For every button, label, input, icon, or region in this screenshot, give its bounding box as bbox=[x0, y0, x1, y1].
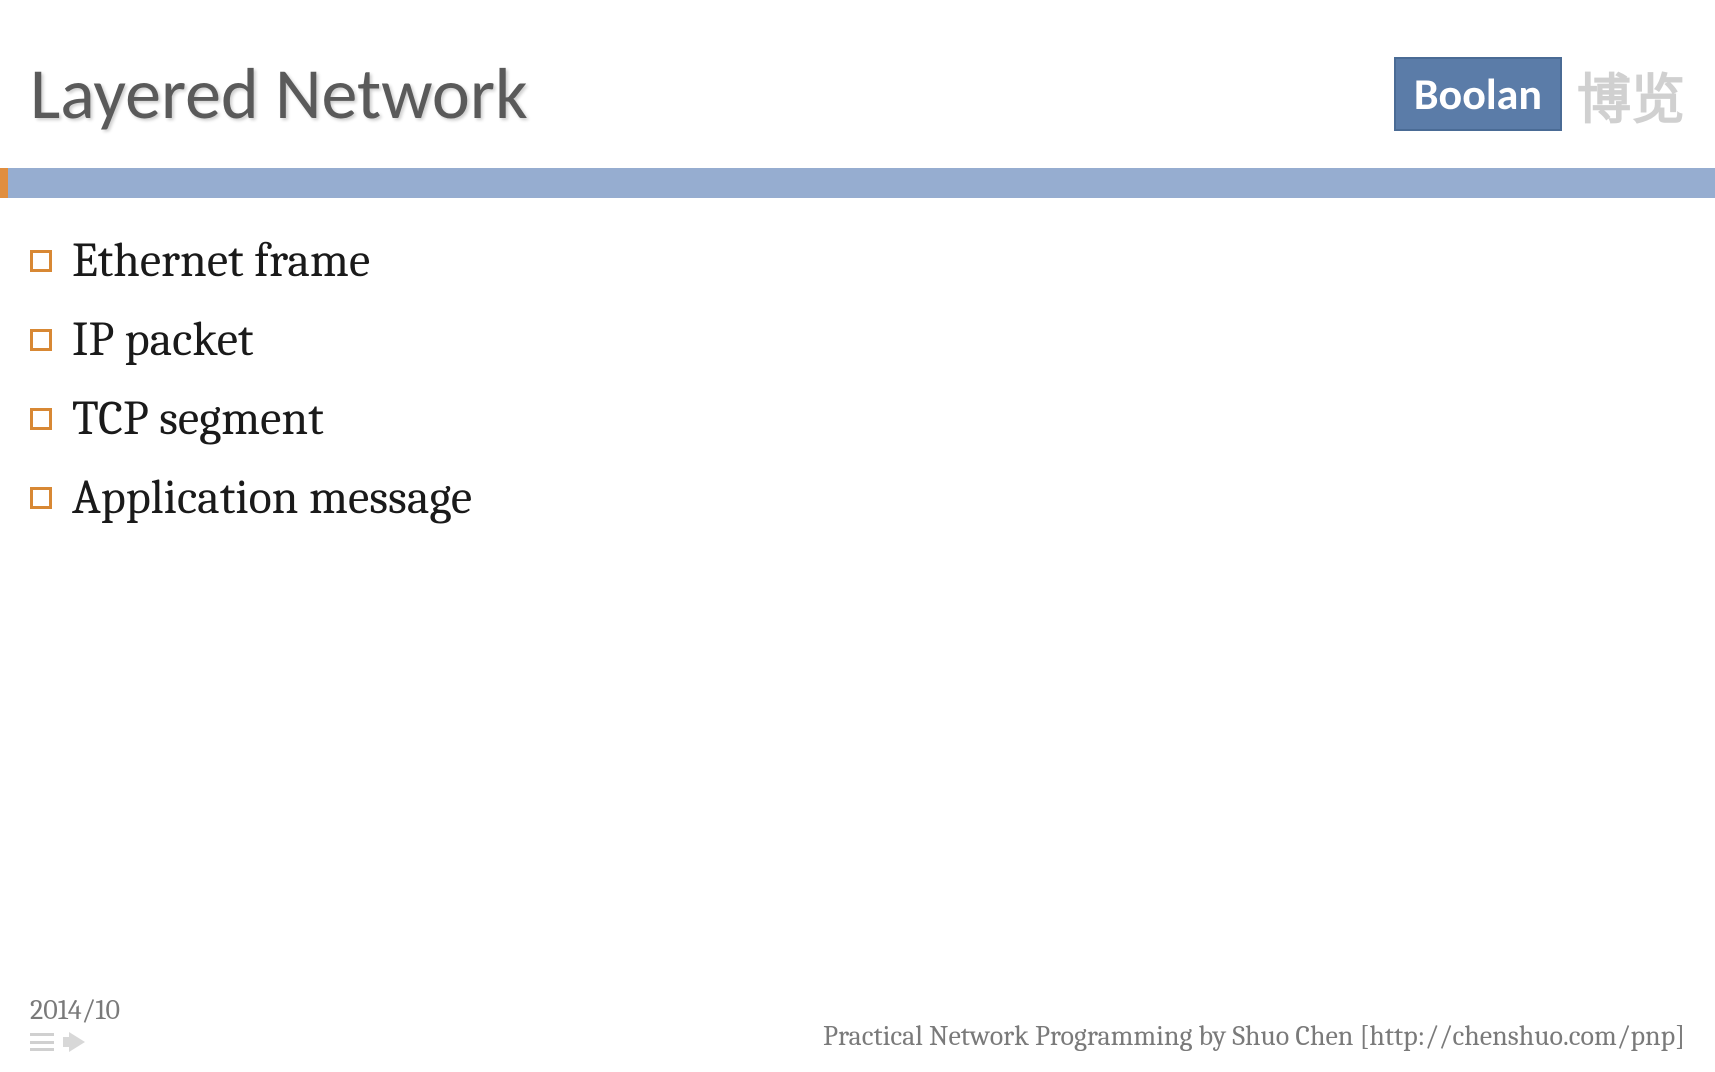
menu-icon[interactable] bbox=[30, 1033, 54, 1051]
boolan-logo: Boolan bbox=[1394, 57, 1562, 131]
bullet-text: Ethernet frame bbox=[72, 233, 370, 288]
bullet-text: Application message bbox=[72, 470, 472, 525]
list-item: Application message bbox=[30, 470, 1685, 525]
bullet-list: Ethernet frame IP packet TCP segment App… bbox=[30, 233, 1685, 525]
square-bullet-icon bbox=[30, 487, 52, 509]
square-bullet-icon bbox=[30, 250, 52, 272]
accent-bar-orange bbox=[0, 168, 8, 198]
slide-controls bbox=[30, 1032, 120, 1052]
footer-attribution: Practical Network Programming by Shuo Ch… bbox=[823, 1020, 1685, 1052]
logo-area: Boolan 博览 bbox=[1394, 55, 1685, 134]
square-bullet-icon bbox=[30, 408, 52, 430]
slide-header: Layered Network Boolan 博览 bbox=[0, 0, 1715, 158]
footer-date: 2014/10 bbox=[30, 994, 120, 1026]
accent-bar bbox=[0, 168, 1715, 198]
next-arrow-icon[interactable] bbox=[69, 1032, 85, 1052]
list-item: Ethernet frame bbox=[30, 233, 1685, 288]
footer-left: 2014/10 bbox=[30, 994, 120, 1052]
list-item: TCP segment bbox=[30, 391, 1685, 446]
bullet-text: IP packet bbox=[72, 312, 254, 367]
bullet-text: TCP segment bbox=[72, 391, 324, 446]
slide-footer: 2014/10 Practical Network Programming by… bbox=[0, 994, 1715, 1052]
slide-title: Layered Network bbox=[30, 50, 528, 138]
list-item: IP packet bbox=[30, 312, 1685, 367]
cn-logo: 博览 bbox=[1577, 55, 1685, 134]
square-bullet-icon bbox=[30, 329, 52, 351]
slide-content: Ethernet frame IP packet TCP segment App… bbox=[0, 198, 1715, 525]
